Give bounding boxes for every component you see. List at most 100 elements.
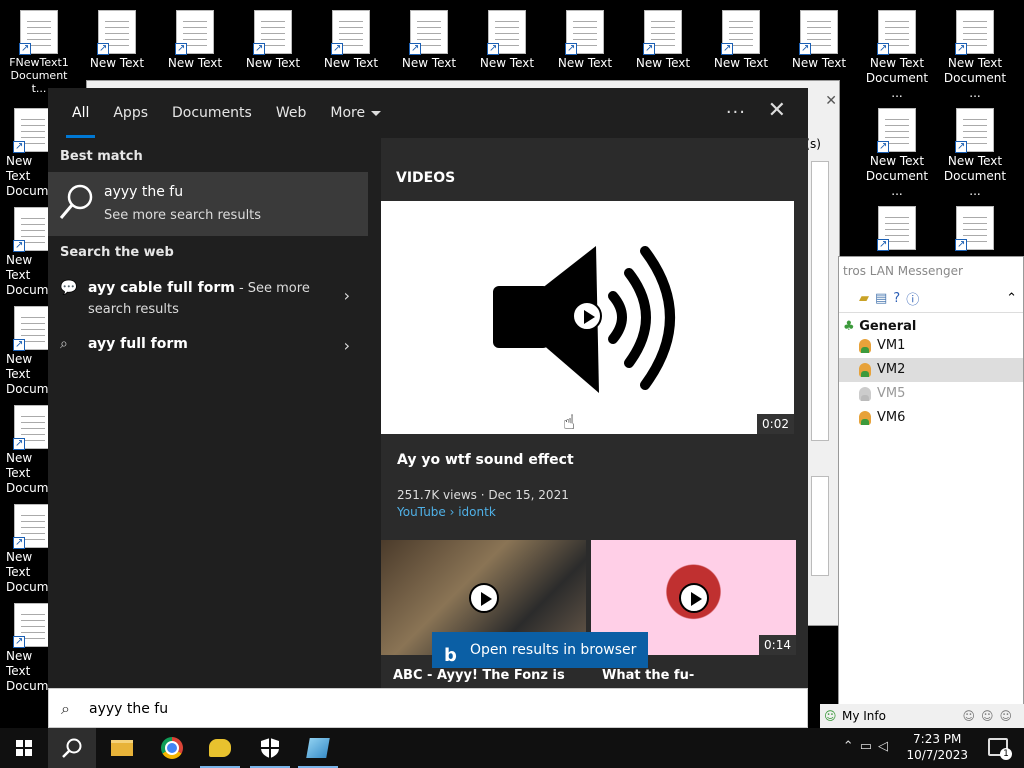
user-icon	[859, 339, 871, 353]
bing-icon: b	[444, 645, 457, 666]
desktop-icon-text-doc[interactable]: New Text	[158, 0, 232, 80]
desktop-icon-text-doc[interactable]: New Text	[236, 0, 310, 80]
chevron-up-icon[interactable]: ⌃	[1006, 291, 1017, 306]
tab-all[interactable]: All	[60, 88, 101, 138]
open-results-in-browser-button[interactable]: b Open results in browser	[432, 632, 648, 668]
search-taskbar-button[interactable]	[48, 728, 96, 768]
desktop-icon-text-doc[interactable]: New Text	[626, 0, 700, 80]
preview-pane: VIDEOS 0:02 Ay yo wtf sound effect 251.7…	[381, 138, 808, 688]
desktop-icon-text-doc[interactable]: FNewText1 Document t...	[2, 0, 76, 95]
desktop-icon-text-doc[interactable]: New Text Document ...	[938, 98, 1012, 198]
desktop-icon-text-doc[interactable]: New Text	[470, 0, 544, 80]
chrome-button[interactable]	[148, 728, 196, 768]
tab-web[interactable]: Web	[264, 88, 319, 138]
video-caption[interactable]: What the fu-	[602, 668, 694, 683]
best-match-heading: Best match	[60, 149, 143, 164]
scrollbar[interactable]	[811, 161, 829, 441]
scrollbar[interactable]	[811, 476, 829, 576]
info-icon[interactable]: ⓘ	[906, 289, 919, 308]
text-document-icon	[253, 10, 292, 56]
desktop-icon-text-doc[interactable]: New Text	[782, 0, 856, 80]
text-document-icon	[877, 206, 916, 252]
group-general[interactable]: ♣ General	[839, 313, 1023, 334]
my-info-status-bar[interactable]: ☺ My Info ☺☺☺	[820, 704, 1024, 728]
text-document-icon	[877, 10, 916, 56]
list-icon[interactable]: ▤	[875, 291, 887, 306]
video-duration: 0:02	[757, 414, 794, 434]
text-document-icon	[487, 10, 526, 56]
text-document-icon	[13, 306, 52, 352]
desktop-icon-text-doc[interactable]: New Text	[704, 0, 778, 80]
best-match-subtitle: See more search results	[104, 208, 262, 223]
security-taskbar-button[interactable]	[246, 728, 294, 768]
video-title[interactable]: Ay yo wtf sound effect	[397, 452, 574, 468]
desktop-icon-text-doc[interactable]	[860, 196, 934, 254]
search-icon: ⌕	[60, 336, 68, 352]
desktop-icon-text-doc[interactable]: New Text	[314, 0, 388, 80]
windows-search-panel: All Apps Documents Web More ··· ✕ Best m…	[48, 88, 808, 688]
messenger-toolbar: ▰ ▤ ? ⓘ ⌃	[839, 285, 1023, 313]
windows-icon	[16, 740, 32, 756]
search-input[interactable]: ⌕ ayyy the fu	[48, 688, 808, 728]
desktop-icon-text-doc[interactable]: New Text	[80, 0, 154, 80]
chat-bubble-icon: 💬	[60, 280, 78, 296]
desktop-icon-text-doc[interactable]	[938, 196, 1012, 254]
start-button[interactable]	[0, 728, 48, 768]
status-icons[interactable]: ☺☺☺	[962, 704, 1018, 728]
close-icon[interactable]: ✕	[825, 93, 837, 109]
best-match-query: ayyy the fu	[104, 184, 184, 200]
web-result-item[interactable]: 💬 ayy cable full form - See more search r…	[48, 278, 368, 322]
search-icon	[59, 184, 93, 219]
play-icon[interactable]	[572, 301, 602, 331]
folder-icon	[111, 740, 133, 756]
notepad-taskbar-button[interactable]	[294, 728, 342, 768]
notification-center-button[interactable]: 1	[988, 738, 1012, 760]
play-icon[interactable]	[679, 583, 709, 613]
desktop-icon-text-doc[interactable]: New Text Document ...	[860, 98, 934, 198]
chevron-up-icon[interactable]: ⌃	[843, 739, 860, 754]
desktop-icon-text-doc[interactable]: New Text	[548, 0, 622, 80]
tab-documents[interactable]: Documents	[160, 88, 264, 138]
search-the-web-heading: Search the web	[60, 245, 174, 260]
best-match-item[interactable]: ayyy the fu See more search results	[48, 172, 368, 236]
user-icon	[859, 363, 871, 377]
shield-icon	[261, 738, 279, 758]
group-icon: ♣	[843, 319, 855, 334]
play-icon[interactable]	[469, 583, 499, 613]
messenger-taskbar-button[interactable]	[196, 728, 244, 768]
desktop-icon-text-doc[interactable]: New Text Document ...	[860, 0, 934, 100]
volume-muted-icon[interactable]: ◁	[878, 739, 894, 754]
user-item[interactable]: VM1	[839, 334, 1023, 358]
user-item[interactable]: VM2	[839, 358, 1023, 382]
folder-icon[interactable]: ▰	[859, 291, 869, 306]
video-source[interactable]: YouTube › idontk	[397, 505, 496, 519]
lan-messenger-window: tros LAN Messenger ▰ ▤ ? ⓘ ⌃ ♣ General V…	[838, 256, 1024, 726]
web-result-item[interactable]: ⌕ ayy full form ›	[48, 334, 368, 358]
video-meta: 251.7K views · Dec 15, 2021	[397, 488, 569, 502]
text-document-icon	[955, 10, 994, 56]
text-document-icon	[799, 10, 838, 56]
more-options-button[interactable]: ···	[726, 102, 746, 123]
text-document-icon	[877, 108, 916, 154]
desktop-icon-text-doc[interactable]: New Text Document ...	[938, 0, 1012, 100]
user-item[interactable]: VM5	[839, 382, 1023, 406]
hand-cursor-icon: ☝	[563, 410, 576, 434]
video-caption[interactable]: ABC - Ayyy! The Fonz is	[393, 668, 565, 683]
tab-apps[interactable]: Apps	[101, 88, 160, 138]
user-item[interactable]: VM6	[839, 406, 1023, 430]
text-document-icon	[955, 206, 994, 252]
system-clock[interactable]: 7:23 PM 10/7/2023	[906, 731, 968, 763]
text-document-icon	[97, 10, 136, 56]
close-button[interactable]: ✕	[768, 98, 786, 123]
taskbar: ⌃▭◁ 7:23 PM 10/7/2023 1	[0, 728, 1024, 768]
tab-more[interactable]: More	[318, 88, 393, 138]
file-explorer-button[interactable]	[98, 728, 146, 768]
videos-heading: VIDEOS	[396, 170, 456, 186]
system-tray-icons[interactable]: ⌃▭◁	[843, 739, 894, 754]
text-document-icon	[643, 10, 682, 56]
network-icon[interactable]: ▭	[860, 739, 878, 754]
help-icon[interactable]: ?	[893, 291, 900, 306]
video-thumbnail[interactable]: 0:02	[381, 201, 794, 434]
desktop-icon-text-doc[interactable]: New Text	[392, 0, 466, 80]
results-list: Best match ayyy the fu See more search r…	[48, 138, 373, 688]
